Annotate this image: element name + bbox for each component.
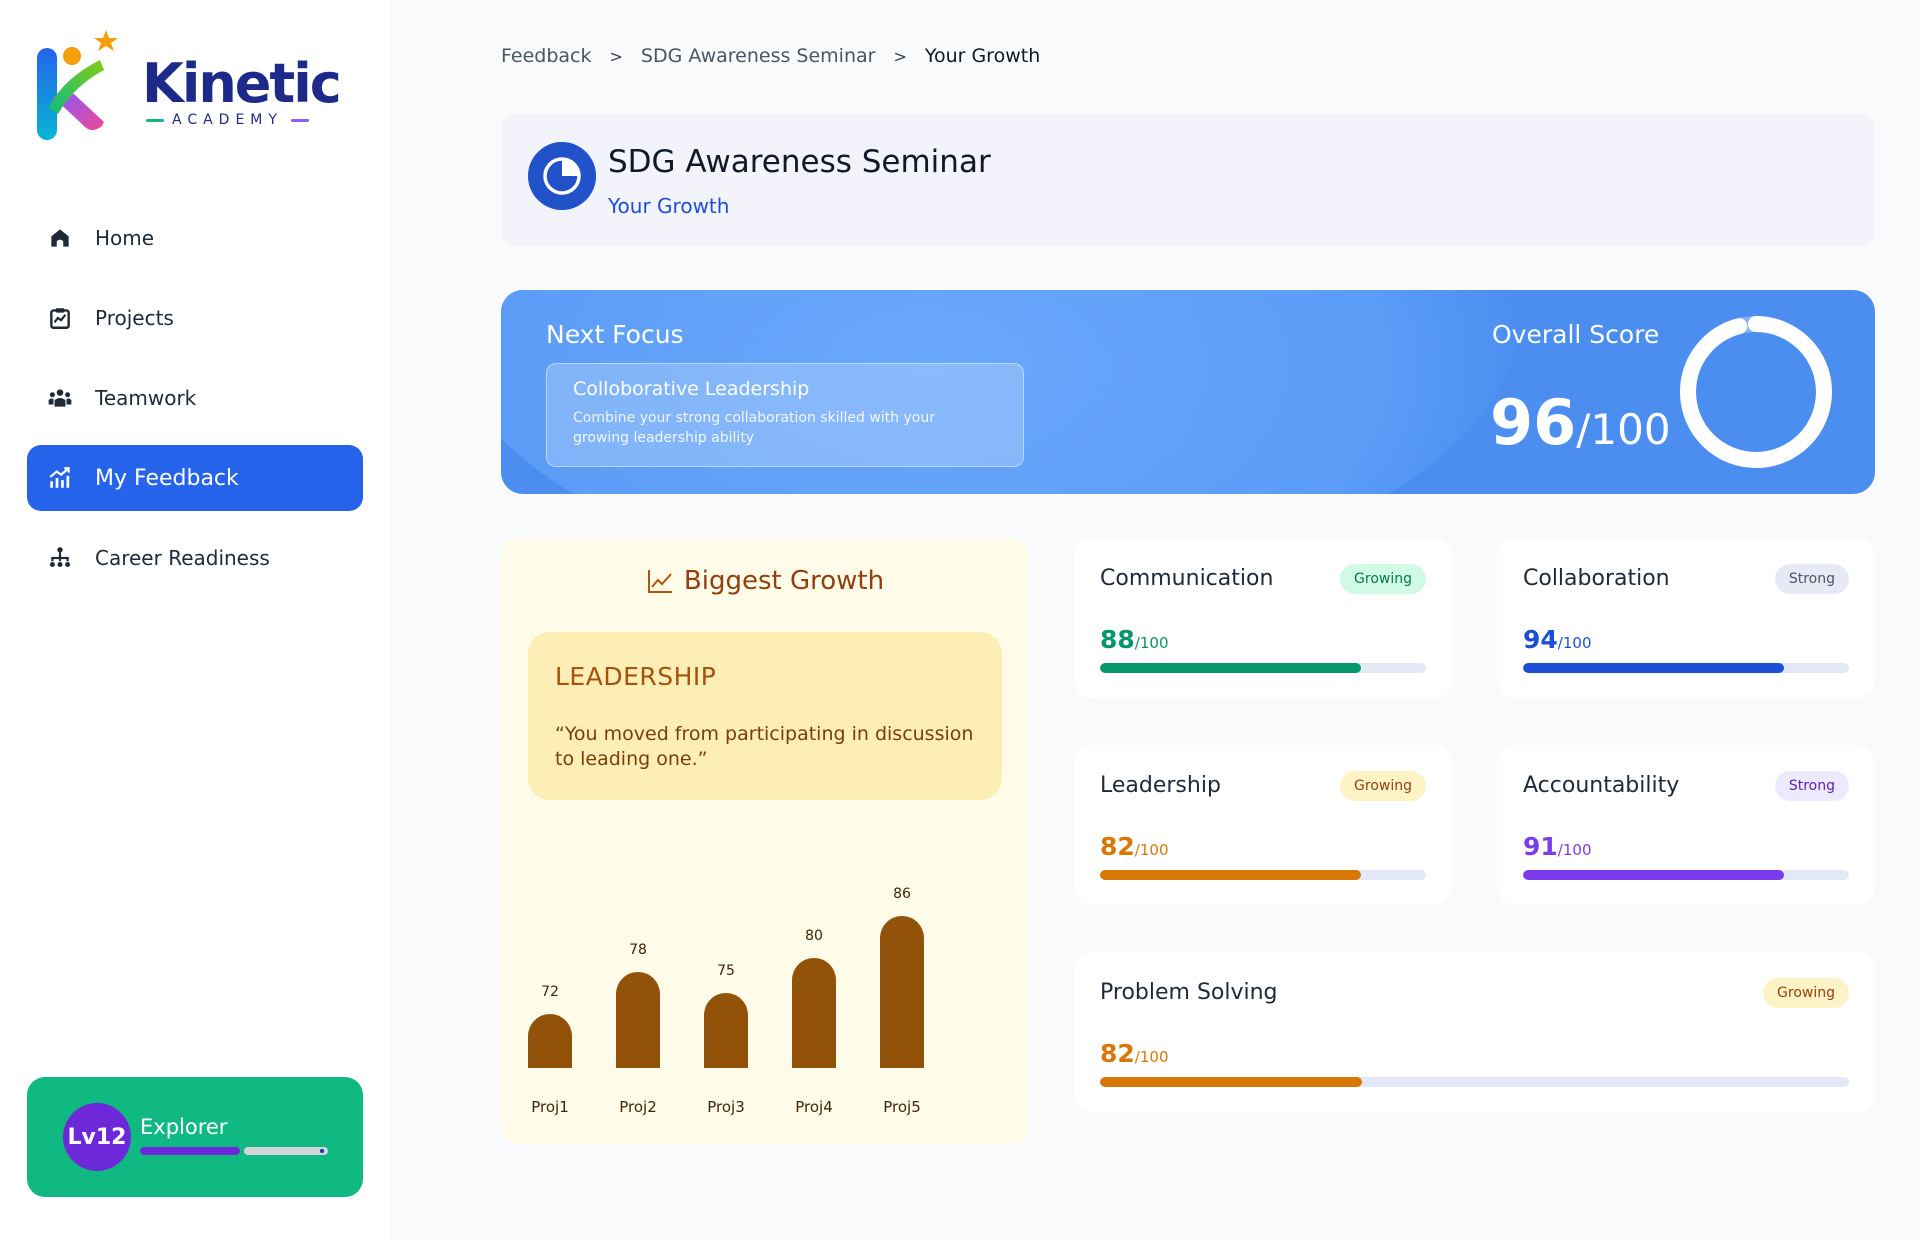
- status-badge: Strong: [1774, 771, 1849, 801]
- sidebar-nav: Home Projects Teamwork My Feedback Caree…: [27, 205, 363, 605]
- chart-bar-proj3: [704, 993, 748, 1068]
- skill-card-leadership[interactable]: Leadership Growing 82/100: [1074, 745, 1452, 905]
- brand-tagline: ACADEMY: [146, 112, 326, 128]
- biggest-growth-heading: Biggest Growth: [501, 566, 1029, 596]
- chart-bar-proj4: [792, 958, 836, 1068]
- skill-card-collaboration[interactable]: Collaboration Strong 94/100: [1497, 538, 1875, 698]
- bar-chart-plot: [528, 916, 924, 1068]
- chart-bar-proj1: [528, 1014, 572, 1068]
- hierarchy-icon: [49, 547, 71, 567]
- chart-category-label: Proj5: [883, 1098, 921, 1116]
- skill-name: Communication: [1100, 566, 1274, 591]
- skill-progress-bar: [1100, 663, 1426, 673]
- sidebar-item-label: Projects: [95, 306, 174, 330]
- level-badge: Lv12: [63, 1103, 131, 1171]
- sidebar-item-home[interactable]: Home: [27, 205, 363, 271]
- sidebar-item-projects[interactable]: Projects: [27, 285, 363, 351]
- skill-score: 88/100: [1100, 625, 1169, 654]
- sidebar-item-label: Career Readiness: [95, 546, 270, 570]
- status-badge: Growing: [1340, 771, 1426, 801]
- skill-name: Problem Solving: [1100, 980, 1278, 1005]
- brand-logo[interactable]: Kinetic ACADEMY: [34, 30, 342, 148]
- skill-score: 91/100: [1523, 832, 1592, 861]
- skill-progress-bar: [1523, 870, 1849, 880]
- skill-progress-bar: [1523, 663, 1849, 673]
- page-title: SDG Awareness Seminar: [608, 144, 991, 180]
- page-subtitle: Your Growth: [608, 194, 730, 218]
- growth-skill-title: LEADERSHIP: [555, 662, 717, 691]
- chart-data-label: 86: [893, 886, 911, 902]
- chart-category-label: Proj1: [531, 1098, 569, 1116]
- brand-name: Kinetic: [142, 52, 342, 115]
- biggest-growth-card: Biggest Growth LEADERSHIP “You moved fro…: [501, 538, 1029, 1144]
- status-badge: Strong: [1774, 564, 1849, 594]
- sidebar-item-my-feedback[interactable]: My Feedback: [27, 445, 363, 511]
- chart-data-label: 80: [805, 928, 823, 944]
- sidebar-item-label: Teamwork: [95, 386, 197, 410]
- sidebar: Kinetic ACADEMY Home Projects Teamwork M…: [0, 0, 390, 1241]
- skill-name: Accountability: [1523, 773, 1680, 798]
- skill-score: 82/100: [1100, 832, 1169, 861]
- chart-bar-proj2: [616, 972, 660, 1068]
- skill-progress-bar: [1100, 870, 1426, 880]
- growth-quote-text: “You moved from participating in discuss…: [555, 723, 974, 770]
- next-focus-card: Next Focus Colloborative Leadership Comb…: [501, 290, 1875, 494]
- breadcrumb-separator: >: [609, 46, 623, 66]
- skill-card-communication[interactable]: Communication Growing 88/100: [1074, 538, 1452, 698]
- skill-score: 82/100: [1100, 1039, 1169, 1068]
- chart-up-icon: [49, 467, 70, 488]
- breadcrumb-item-seminar[interactable]: SDG Awareness Seminar: [641, 45, 876, 67]
- projects-icon: [50, 308, 70, 329]
- growth-bar-chart: 72 Proj1 78 Proj2 75 Proj3 80 Proj4 86 Proj5: [501, 828, 1029, 1128]
- chart-category-label: Proj4: [795, 1098, 833, 1116]
- kinetic-logo-icon: [37, 30, 118, 140]
- level-card[interactable]: Lv12 Explorer: [27, 1077, 363, 1197]
- skill-score: 94/100: [1523, 625, 1592, 654]
- overall-score-label: Overall Score: [1492, 320, 1660, 349]
- focus-title: Colloborative Leadership: [573, 378, 810, 400]
- team-icon: [48, 389, 72, 407]
- status-badge: Growing: [1340, 564, 1426, 594]
- chart-data-label: 72: [541, 984, 559, 1000]
- skill-progress-bar: [1100, 1077, 1849, 1087]
- sidebar-item-teamwork[interactable]: Teamwork: [27, 365, 363, 431]
- breadcrumb-separator: >: [893, 46, 907, 66]
- pie-chart-icon: [528, 142, 596, 210]
- level-title: Explorer: [140, 1115, 228, 1139]
- status-badge: Growing: [1763, 978, 1849, 1008]
- chart-bar-proj5: [880, 916, 924, 1068]
- focus-description: Combine your strong collaboration skille…: [573, 410, 935, 446]
- overall-score-ring: [1680, 316, 1832, 468]
- chart-data-label: 78: [629, 942, 647, 958]
- level-progress-bar: [140, 1147, 330, 1155]
- home-icon: [51, 229, 69, 247]
- sidebar-item-career-readiness[interactable]: Career Readiness: [27, 525, 363, 591]
- next-focus-label: Next Focus: [546, 320, 684, 349]
- breadcrumb: Feedback > SDG Awareness Seminar > Your …: [501, 45, 1040, 67]
- chart-category-label: Proj2: [619, 1098, 657, 1116]
- breadcrumb-item-feedback[interactable]: Feedback: [501, 45, 591, 67]
- focus-recommendation[interactable]: Colloborative Leadership Combine your st…: [546, 363, 1024, 467]
- page-header: SDG Awareness Seminar Your Growth: [501, 114, 1875, 246]
- sidebar-item-label: Home: [95, 226, 155, 250]
- skill-name: Leadership: [1100, 773, 1221, 798]
- breadcrumb-item-current: Your Growth: [924, 45, 1041, 67]
- chart-category-label: Proj3: [707, 1098, 745, 1116]
- chart-data-label: 75: [717, 963, 735, 979]
- overall-score-value: 96/100: [1490, 386, 1671, 459]
- trend-chart-icon: [647, 570, 672, 593]
- skill-card-accountability[interactable]: Accountability Strong 91/100: [1497, 745, 1875, 905]
- skill-card-problem-solving[interactable]: Problem Solving Growing 82/100: [1074, 952, 1875, 1112]
- growth-quote-box: LEADERSHIP “You moved from participating…: [528, 632, 1002, 800]
- sidebar-item-label: My Feedback: [95, 465, 239, 491]
- skill-name: Collaboration: [1523, 566, 1670, 591]
